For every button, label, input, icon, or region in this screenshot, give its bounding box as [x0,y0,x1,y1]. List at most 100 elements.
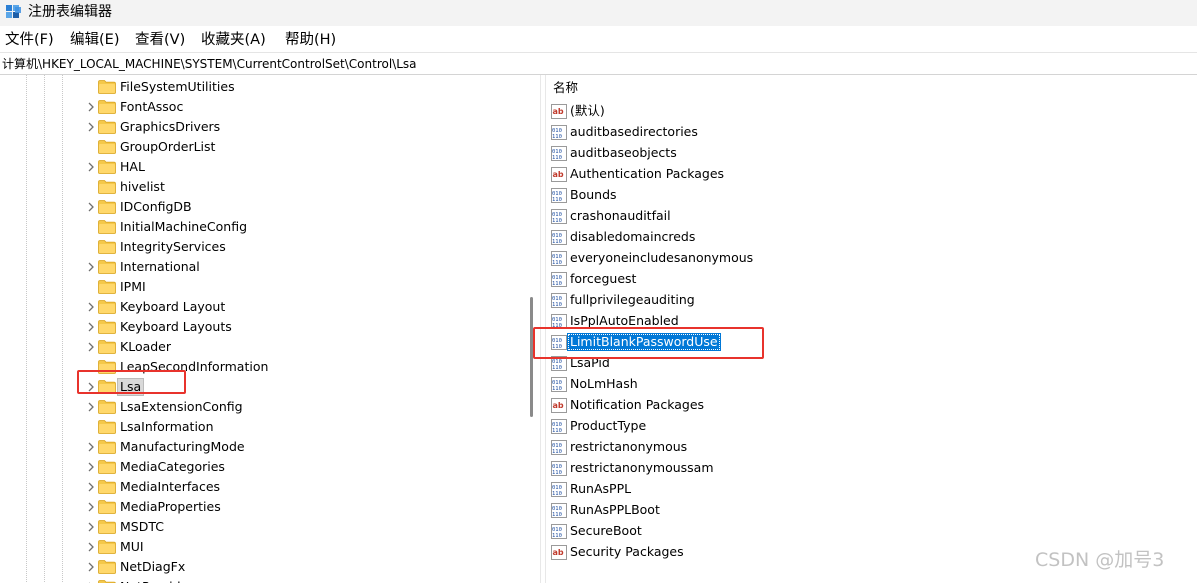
tree-item[interactable]: NetProvider [0,577,520,583]
column-header-name[interactable]: 名称 [553,80,578,96]
string-value-icon: ab [551,167,567,182]
value-row[interactable]: 010 110 restrictanonymoussam [546,458,1186,479]
tree-item[interactable]: LsaExtensionConfig [0,397,520,417]
chevron-right-icon[interactable] [85,501,97,513]
value-row[interactable]: 010 110 fullprivilegeauditing [546,290,1186,311]
value-row[interactable]: 010 110 LsaPid [546,353,1186,374]
value-name: LsaPid [570,355,610,370]
tree-item[interactable]: MSDTC [0,517,520,537]
value-row[interactable]: ab Notification Packages [546,395,1186,416]
tree-scrollbar-thumb[interactable] [530,297,533,417]
tree-item[interactable]: IPMI [0,277,520,297]
value-row[interactable]: ab Authentication Packages [546,164,1186,185]
svg-text:110: 110 [552,344,562,350]
tree-item-label: LsaExtensionConfig [120,399,243,414]
tree-item-label: FontAssoc [120,99,184,114]
tree-item[interactable]: MediaInterfaces [0,477,520,497]
tree-item[interactable]: FileSystemUtilities [0,77,520,97]
tree-item[interactable]: GroupOrderList [0,137,520,157]
tree-item[interactable]: GraphicsDrivers [0,117,520,137]
value-row[interactable]: 010 110 crashonauditfail [546,206,1186,227]
folder-icon [98,160,116,174]
address-bar[interactable]: 计算机\HKEY_LOCAL_MACHINE\SYSTEM\CurrentCon… [0,52,1197,74]
value-row[interactable]: 010 110 auditbaseobjects [546,143,1186,164]
key-tree-pane[interactable]: FileSystemUtilities FontAssoc GraphicsDriv… [0,75,540,583]
value-name: Notification Packages [570,397,705,412]
tree-item[interactable]: ManufacturingMode [0,437,520,457]
binary-value-icon: 010110 [551,293,567,308]
menu-favorites[interactable]: 收藏夹(A) [201,30,266,50]
chevron-right-icon[interactable] [85,301,97,313]
value-row[interactable]: 010 110 SecureBoot [546,521,1186,542]
value-row[interactable]: 010 110 ProductType [546,416,1186,437]
folder-icon [98,540,116,554]
chevron-right-icon[interactable] [85,161,97,173]
tree-item-label: LeapSecondInformation [120,359,269,374]
svg-text:110: 110 [552,281,562,287]
binary-value-icon: 010110 [551,503,567,518]
tree-item[interactable]: FontAssoc [0,97,520,117]
tree-item[interactable]: HAL [0,157,520,177]
value-row[interactable]: 010 110 everyoneincludesanonymous [546,248,1186,269]
tree-item[interactable]: IntegrityServices [0,237,520,257]
tree-item[interactable]: Keyboard Layout [0,297,520,317]
value-row[interactable]: 010 110 forceguest [546,269,1186,290]
menu-edit[interactable]: 编辑(E) [70,30,119,50]
tree-item[interactable]: InitialMachineConfig [0,217,520,237]
chevron-right-icon[interactable] [85,481,97,493]
tree-item[interactable]: MediaProperties [0,497,520,517]
value-row[interactable]: 010 110 restrictanonymous [546,437,1186,458]
value-name: ProductType [570,418,647,433]
value-list-pane[interactable]: 名称 ab (默认) 010 110 auditbasedirectories 010 11… [546,75,1197,583]
value-name: fullprivilegeauditing [570,292,695,307]
value-row[interactable]: 010 110 auditbasedirectories [546,122,1186,143]
value-row[interactable]: 010 110 NoLmHash [546,374,1186,395]
chevron-right-icon[interactable] [85,101,97,113]
tree-item[interactable]: International [0,257,520,277]
tree-item[interactable]: hivelist [0,177,520,197]
tree-item-label: MediaInterfaces [120,479,221,494]
tree-item[interactable]: LsaInformation [0,417,520,437]
svg-text:ab: ab [553,401,564,410]
chevron-right-icon[interactable] [85,261,97,273]
tree-item[interactable]: Lsa [0,377,520,397]
tree-item[interactable]: NetDiagFx [0,557,520,577]
menu-file[interactable]: 文件(F) [5,30,54,50]
chevron-right-icon[interactable] [85,541,97,553]
value-row[interactable]: 010 110 RunAsPPLBoot [546,500,1186,521]
binary-value-icon: 010110 [551,440,567,455]
svg-text:110: 110 [552,365,562,371]
value-name: auditbasedirectories [570,124,698,139]
folder-icon [98,180,116,194]
menu-view[interactable]: 查看(V) [135,30,185,50]
chevron-right-icon[interactable] [85,341,97,353]
chevron-right-icon[interactable] [85,121,97,133]
value-row[interactable]: ab (默认) [546,101,1186,122]
chevron-right-icon[interactable] [85,561,97,573]
tree-item[interactable]: KLoader [0,337,520,357]
value-row[interactable]: 010 110 RunAsPPL [546,479,1186,500]
chevron-right-icon[interactable] [85,521,97,533]
value-row[interactable]: 010 110 LimitBlankPasswordUse [546,332,1186,353]
binary-value-icon: 010110 [551,125,567,140]
svg-text:110: 110 [552,134,562,140]
tree-item[interactable]: LeapSecondInformation [0,357,520,377]
address-path[interactable]: 计算机\HKEY_LOCAL_MACHINE\SYSTEM\CurrentCon… [2,56,417,72]
chevron-right-icon[interactable] [85,201,97,213]
chevron-right-icon[interactable] [85,401,97,413]
tree-item[interactable]: Keyboard Layouts [0,317,520,337]
binary-value-icon: 010110 [551,524,567,539]
binary-value-icon: 010110 [551,188,567,203]
tree-item[interactable]: MUI [0,537,520,557]
value-row[interactable]: 010 110 IsPplAutoEnabled [546,311,1186,332]
folder-icon [98,260,116,274]
value-row[interactable]: 010 110 disabledomaincreds [546,227,1186,248]
value-row[interactable]: 010 110 Bounds [546,185,1186,206]
chevron-right-icon[interactable] [85,461,97,473]
chevron-right-icon[interactable] [85,321,97,333]
chevron-right-icon[interactable] [85,381,97,393]
tree-item[interactable]: MediaCategories [0,457,520,477]
tree-item[interactable]: IDConfigDB [0,197,520,217]
chevron-right-icon[interactable] [85,441,97,453]
menu-help[interactable]: 帮助(H) [285,30,336,50]
